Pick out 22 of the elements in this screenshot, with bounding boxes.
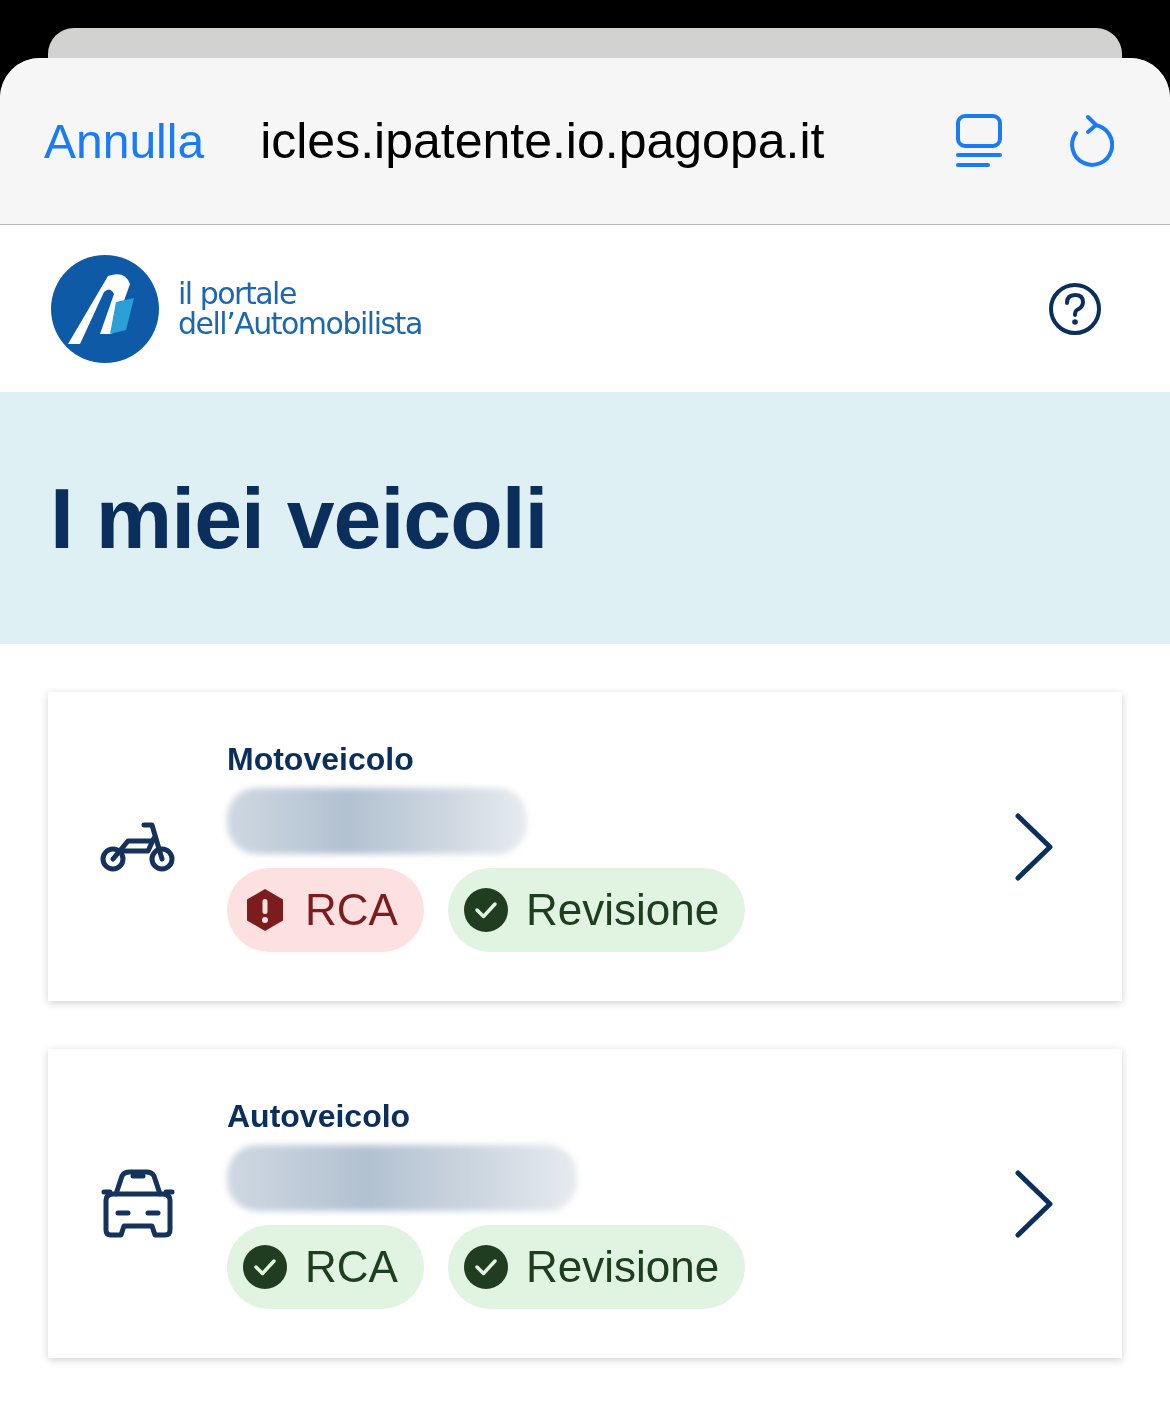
badge-label: Revisione xyxy=(525,1242,720,1292)
check-icon xyxy=(243,1245,287,1289)
help-icon[interactable] xyxy=(1048,281,1102,336)
check-icon xyxy=(463,888,508,932)
vehicle-card[interactable]: Motoveicolo RCA Revisione xyxy=(48,692,1122,1001)
vehicle-type: Autoveicolo xyxy=(227,1098,411,1135)
car-icon xyxy=(100,1167,176,1240)
vehicle-type: Motoveicolo xyxy=(227,741,414,778)
chevron-right-icon[interactable] xyxy=(1012,1168,1056,1239)
reader-icon[interactable] xyxy=(954,113,1004,169)
badge-label: RCA xyxy=(305,1242,398,1292)
logo-text: il portale xyxy=(178,278,296,309)
motorcycle-icon xyxy=(100,820,176,873)
badge-label: RCA xyxy=(305,885,398,935)
check-icon xyxy=(463,1245,508,1289)
chevron-right-icon[interactable] xyxy=(1012,811,1056,882)
address-field[interactable]: icles.ipatente.io.pagopa.it xyxy=(260,112,894,170)
badge-label: Revisione xyxy=(525,885,720,935)
vehicle-card[interactable]: Autoveicolo RCA Revisione xyxy=(48,1049,1122,1358)
cancel-button[interactable]: Annulla xyxy=(44,113,205,169)
logo-icon[interactable] xyxy=(50,253,160,364)
page-title: I miei veicoli xyxy=(50,468,548,568)
